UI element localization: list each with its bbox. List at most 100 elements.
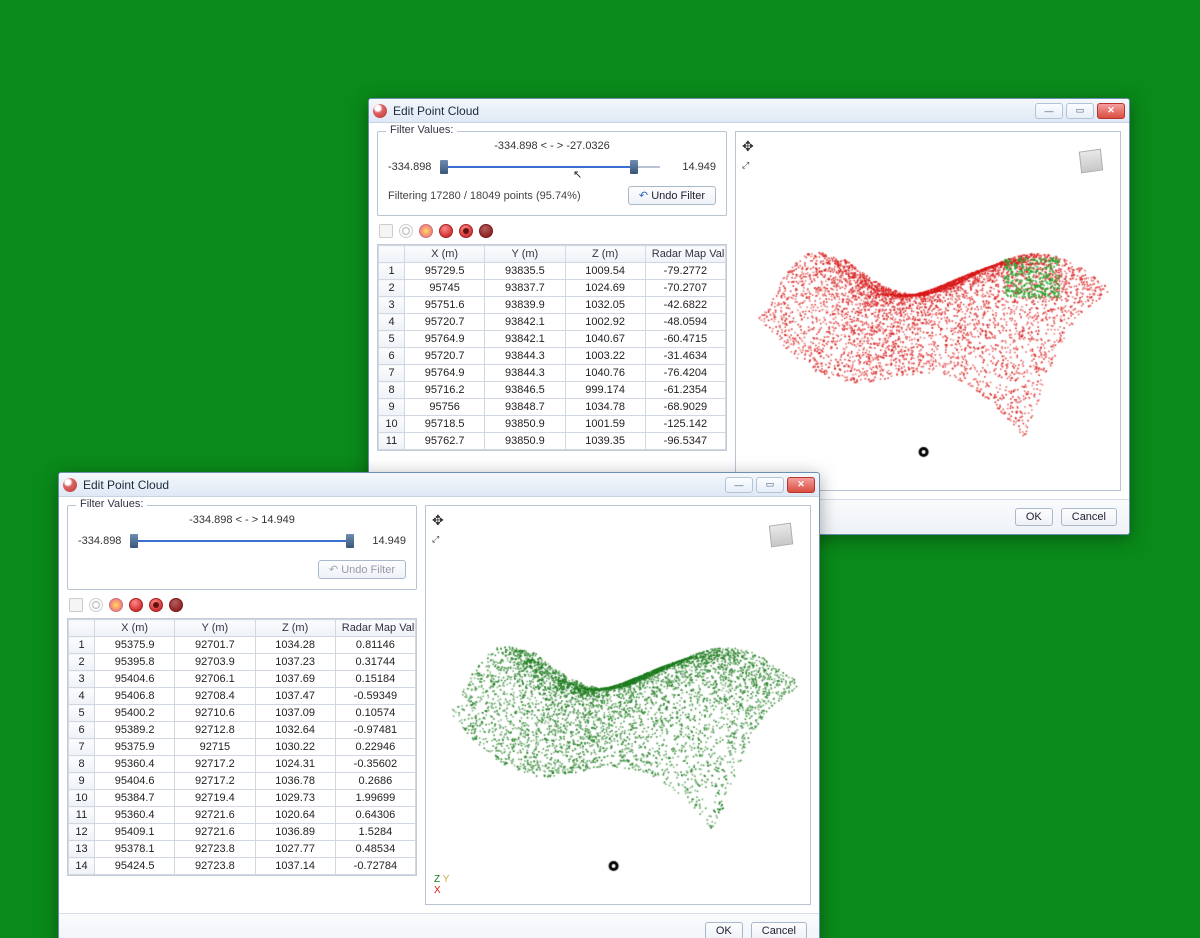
column-header[interactable]: Radar Map Values xyxy=(645,246,725,263)
range-handle-high[interactable] xyxy=(630,160,638,174)
cell: 95751.6 xyxy=(405,297,485,314)
cell: 0.81146 xyxy=(335,637,415,654)
point-table[interactable]: X (m)Y (m)Z (m)Radar Map Values195375.99… xyxy=(67,618,417,876)
cell: -96.5347 xyxy=(645,433,725,450)
column-header[interactable]: Y (m) xyxy=(485,246,565,263)
column-header[interactable]: Radar Map Values xyxy=(335,620,415,637)
maximize-button[interactable]: ▭ xyxy=(1066,103,1094,119)
sphere-dark-icon[interactable] xyxy=(479,224,493,238)
table-row[interactable]: 995404.692717.21036.780.2686 xyxy=(69,773,416,790)
dialog-title: Edit Point Cloud xyxy=(83,478,169,492)
cell: 1036.89 xyxy=(255,824,335,841)
cancel-button[interactable]: Cancel xyxy=(751,922,807,938)
viewport-3d[interactable]: ✥ ⤢ Z Y xyxy=(735,131,1121,491)
target-icon[interactable] xyxy=(89,598,103,612)
viewport-3d[interactable]: ✥ ⤢ Z Y X xyxy=(425,505,811,905)
undo-filter-button[interactable]: ↶ Undo Filter xyxy=(318,560,406,579)
titlebar[interactable]: Edit Point Cloud — ▭ ✕ xyxy=(59,473,819,497)
cell: -60.4715 xyxy=(645,331,725,348)
table-row[interactable]: 1095718.593850.91001.59-125.142 xyxy=(379,416,726,433)
table-row[interactable]: 495720.793842.11002.92-48.0594 xyxy=(379,314,726,331)
table-row[interactable]: 195729.593835.51009.54-79.2772 xyxy=(379,263,726,280)
column-header[interactable]: Z (m) xyxy=(255,620,335,637)
range-handle-low[interactable] xyxy=(130,534,138,548)
table-row[interactable]: 595764.993842.11040.67-60.4715 xyxy=(379,331,726,348)
table-row[interactable]: 595400.292710.61037.090.10574 xyxy=(69,705,416,722)
cell: 95729.5 xyxy=(405,263,485,280)
range-center-label: -334.898 < - > -27.0326 xyxy=(388,140,716,152)
column-header[interactable]: Y (m) xyxy=(175,620,255,637)
cell: -68.9029 xyxy=(645,399,725,416)
cell: 0.31744 xyxy=(335,654,415,671)
titlebar[interactable]: Edit Point Cloud — ▭ ✕ xyxy=(369,99,1129,123)
maximize-button[interactable]: ▭ xyxy=(756,477,784,493)
table-row[interactable]: 1195762.793850.91039.35-96.5347 xyxy=(379,433,726,450)
column-header[interactable]: X (m) xyxy=(95,620,175,637)
sphere-solid-icon[interactable] xyxy=(459,224,473,238)
minimize-button[interactable]: — xyxy=(725,477,753,493)
table-row[interactable]: 1095384.792719.41029.731.99699 xyxy=(69,790,416,807)
app-icon xyxy=(63,478,77,492)
cell: 95375.9 xyxy=(95,739,175,756)
table-row[interactable]: 395751.693839.91032.05-42.6822 xyxy=(379,297,726,314)
table-row[interactable]: 29574593837.71024.69-70.2707 xyxy=(379,280,726,297)
column-header[interactable]: Z (m) xyxy=(565,246,645,263)
range-handle-low[interactable] xyxy=(440,160,448,174)
cell: -31.4634 xyxy=(645,348,725,365)
row-index: 2 xyxy=(69,654,95,671)
table-row[interactable]: 395404.692706.11037.690.15184 xyxy=(69,671,416,688)
close-button[interactable]: ✕ xyxy=(787,477,815,493)
table-row[interactable]: 1195360.492721.61020.640.64306 xyxy=(69,807,416,824)
table-row[interactable]: 695720.793844.31003.22-31.4634 xyxy=(379,348,726,365)
cancel-button[interactable]: Cancel xyxy=(1061,508,1117,526)
sphere-red-icon[interactable] xyxy=(129,598,143,612)
copy-icon[interactable] xyxy=(69,598,83,612)
table-row[interactable]: 99575693848.71034.78-68.9029 xyxy=(379,399,726,416)
cell: 95409.1 xyxy=(95,824,175,841)
table-row[interactable]: 795764.993844.31040.76-76.4204 xyxy=(379,365,726,382)
cell: 1034.78 xyxy=(565,399,645,416)
table-row[interactable]: 895360.492717.21024.31-0.35602 xyxy=(69,756,416,773)
copy-icon[interactable] xyxy=(379,224,393,238)
table-row[interactable]: 695389.292712.81032.64-0.97481 xyxy=(69,722,416,739)
row-index: 8 xyxy=(379,382,405,399)
close-button[interactable]: ✕ xyxy=(1097,103,1125,119)
undo-filter-button[interactable]: ↶ Undo Filter xyxy=(628,186,716,205)
toolbar xyxy=(377,220,727,240)
table-row[interactable]: 795375.9927151030.220.22946 xyxy=(69,739,416,756)
table-row[interactable]: 1295409.192721.61036.891.5284 xyxy=(69,824,416,841)
sphere-red-icon[interactable] xyxy=(439,224,453,238)
sphere-dark-icon[interactable] xyxy=(169,598,183,612)
table-row[interactable]: 195375.992701.71034.280.81146 xyxy=(69,637,416,654)
cell: 95718.5 xyxy=(405,416,485,433)
table-row[interactable]: 1495424.592723.81037.14-0.72784 xyxy=(69,858,416,875)
column-header[interactable]: X (m) xyxy=(405,246,485,263)
range-slider[interactable]: -334.898 14.949 xyxy=(78,530,406,552)
reset-icon[interactable] xyxy=(109,598,123,612)
sphere-solid-icon[interactable] xyxy=(149,598,163,612)
row-index: 9 xyxy=(69,773,95,790)
cell: 1040.67 xyxy=(565,331,645,348)
point-table[interactable]: X (m)Y (m)Z (m)Radar Map Values195729.59… xyxy=(377,244,727,451)
cell: 92717.2 xyxy=(175,773,255,790)
cell: 93850.9 xyxy=(485,433,565,450)
row-index: 10 xyxy=(69,790,95,807)
table-row[interactable]: 295395.892703.91037.230.31744 xyxy=(69,654,416,671)
row-index: 5 xyxy=(379,331,405,348)
range-slider[interactable]: -334.898 14.949 xyxy=(388,156,716,178)
cell: 95404.6 xyxy=(95,671,175,688)
cell: -0.59349 xyxy=(335,688,415,705)
range-handle-high[interactable] xyxy=(346,534,354,548)
cell: 1.99699 xyxy=(335,790,415,807)
table-row[interactable]: 1395378.192723.81027.770.48534 xyxy=(69,841,416,858)
ok-button[interactable]: OK xyxy=(1015,508,1053,526)
filter-status: Filtering 17280 / 18049 points (95.74%) xyxy=(388,190,620,202)
cell: -42.6822 xyxy=(645,297,725,314)
ok-button[interactable]: OK xyxy=(705,922,743,938)
cell: 92721.6 xyxy=(175,824,255,841)
reset-icon[interactable] xyxy=(419,224,433,238)
minimize-button[interactable]: — xyxy=(1035,103,1063,119)
target-icon[interactable] xyxy=(399,224,413,238)
table-row[interactable]: 895716.293846.5999.174-61.2354 xyxy=(379,382,726,399)
table-row[interactable]: 495406.892708.41037.47-0.59349 xyxy=(69,688,416,705)
